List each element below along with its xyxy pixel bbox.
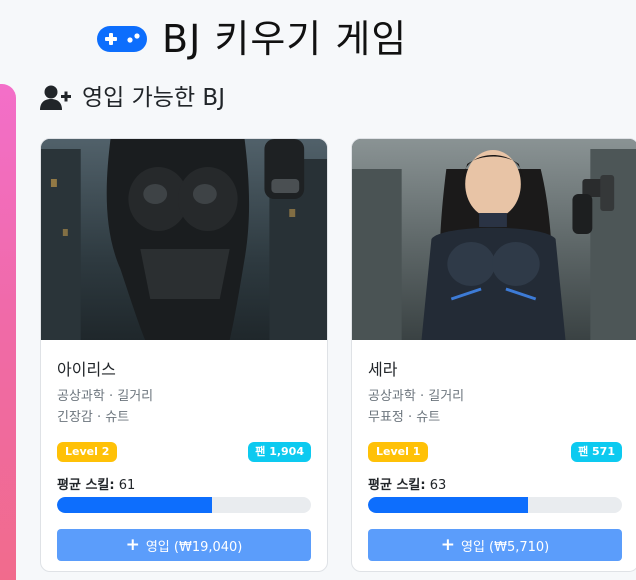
user-plus-icon (40, 85, 71, 110)
hire-button[interactable]: + 영입 (₩5,710) (368, 529, 622, 561)
skill-progress-fill (57, 497, 212, 513)
bj-card: 아이리스 공상과학 · 길거리 긴장감 · 슈트 Level 2 팬 1,904… (40, 138, 328, 572)
bj-tags: 공상과학 · 길거리 무표정 · 슈트 (368, 386, 622, 428)
side-panel-tab[interactable] (0, 84, 16, 580)
gamepad-icon (97, 26, 147, 52)
tags-line: 공상과학 · 길거리 (57, 389, 154, 404)
skill-value: 61 (118, 478, 136, 493)
tags-line: 공상과학 · 길거리 (368, 389, 465, 404)
skill-label-key: 평균 스킬: (57, 478, 115, 493)
section-heading: 영입 가능한 BJ (40, 84, 225, 112)
skill-label: 평균 스킬: 63 (368, 474, 622, 493)
hire-button[interactable]: + 영입 (₩19,040) (57, 529, 311, 561)
bj-name: 세라 (368, 360, 398, 379)
hire-button-label: 영입 (₩19,040) (145, 539, 243, 555)
fan-badge: 팬 1,904 (248, 442, 311, 462)
page-title: BJ 키우기 게임 (162, 17, 408, 61)
tags-line: 긴장감 · 슈트 (57, 410, 130, 425)
badge-row: Level 2 팬 1,904 (57, 442, 311, 462)
level-badge: Level 1 (368, 442, 429, 462)
fan-badge: 팬 571 (571, 442, 622, 462)
skill-value: 63 (429, 478, 447, 493)
plus-icon: + (440, 534, 455, 555)
skill-progress-fill (368, 497, 529, 513)
skill-label: 평균 스킬: 61 (57, 474, 311, 493)
app-header: BJ 키우기 게임 (96, 14, 407, 64)
bj-tags: 공상과학 · 길거리 긴장감 · 슈트 (57, 386, 311, 428)
bj-name: 아이리스 (57, 360, 116, 379)
bj-portrait (352, 139, 636, 340)
section-title: 영입 가능한 BJ (82, 84, 225, 111)
card-body: 세라 공상과학 · 길거리 무표정 · 슈트 Level 1 팬 571 평균 … (352, 340, 636, 561)
skill-progress-bar (368, 497, 622, 513)
page: BJ 키우기 게임 영입 가능한 BJ 아이리스 공상과학 · 길거리 긴장감 … (0, 0, 636, 580)
bj-card: 세라 공상과학 · 길거리 무표정 · 슈트 Level 1 팬 571 평균 … (351, 138, 636, 572)
skill-label-key: 평균 스킬: (368, 478, 426, 493)
level-badge: Level 2 (57, 442, 118, 462)
hire-button-label: 영입 (₩5,710) (460, 539, 550, 555)
tags-line: 무표정 · 슈트 (368, 410, 441, 425)
badge-row: Level 1 팬 571 (368, 442, 622, 462)
bj-portrait (41, 139, 327, 340)
plus-icon: + (125, 534, 140, 555)
skill-progress-bar (57, 497, 311, 513)
card-body: 아이리스 공상과학 · 길거리 긴장감 · 슈트 Level 2 팬 1,904… (41, 340, 327, 561)
